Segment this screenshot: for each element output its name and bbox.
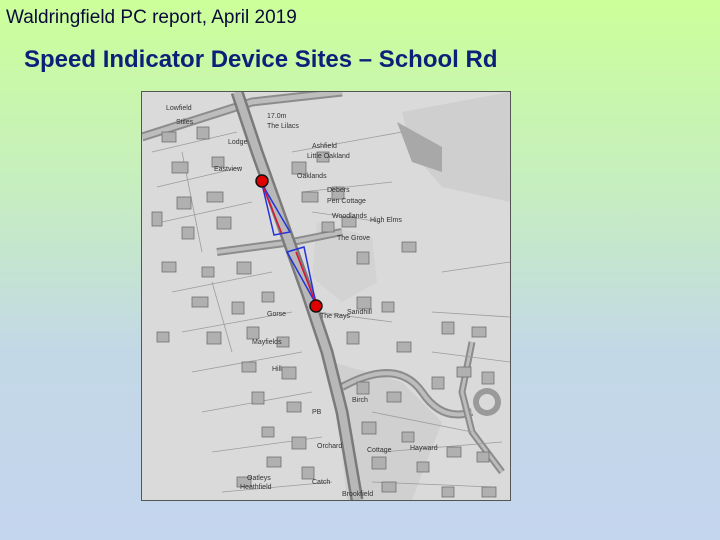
label-woodlands: Woodlands [332,213,367,220]
label-oatleys: Oatleys [247,475,271,482]
label-elevation: 17.0m [267,113,287,120]
label-eastview: Eastview [214,166,243,173]
label-catch: Catch [312,479,330,486]
label-the-rays: The Rays [320,313,350,320]
label-pen-cottage: Pen Cottage [327,198,366,205]
slide-title: Speed Indicator Device Sites – School Rd [24,46,498,73]
label-stiles: Stiles [176,119,194,126]
label-lilacs: The Lilacs [267,123,299,130]
label-cottage: Cottage [367,447,392,454]
site-map: Lowfield Stiles Lodge 17.0m The Lilacs A… [141,91,511,501]
label-mayfields: Mayfields [252,339,282,346]
label-lowfield: Lowfield [166,105,192,112]
label-debers: Debers [327,187,350,194]
label-hill: Hill [272,366,282,373]
label-heathfield: Heathfield [240,484,272,491]
label-the-grove: The Grove [337,235,370,242]
label-lodge: Lodge [228,139,248,146]
label-sandhill: Sandhill [347,309,372,316]
label-little-oakland: Little Oakland [307,153,350,160]
label-pb: PB [312,409,322,416]
label-oaklands: Oaklands [297,173,327,180]
label-ashfield: Ashfield [312,143,337,150]
sid-marker-south[interactable] [309,299,323,313]
label-high-elms: High Elms [370,217,402,224]
label-brookfield: Brookfield [342,491,373,498]
label-hayward: Hayward [410,445,438,452]
header-title: Waldringfield PC report, April 2019 [6,7,297,28]
label-gorse: Gorse [267,311,286,318]
sid-marker-north[interactable] [255,174,269,188]
map-canvas: Lowfield Stiles Lodge 17.0m The Lilacs A… [142,92,510,500]
label-birch: Birch [352,397,368,404]
label-orchard: Orchard [317,443,342,450]
